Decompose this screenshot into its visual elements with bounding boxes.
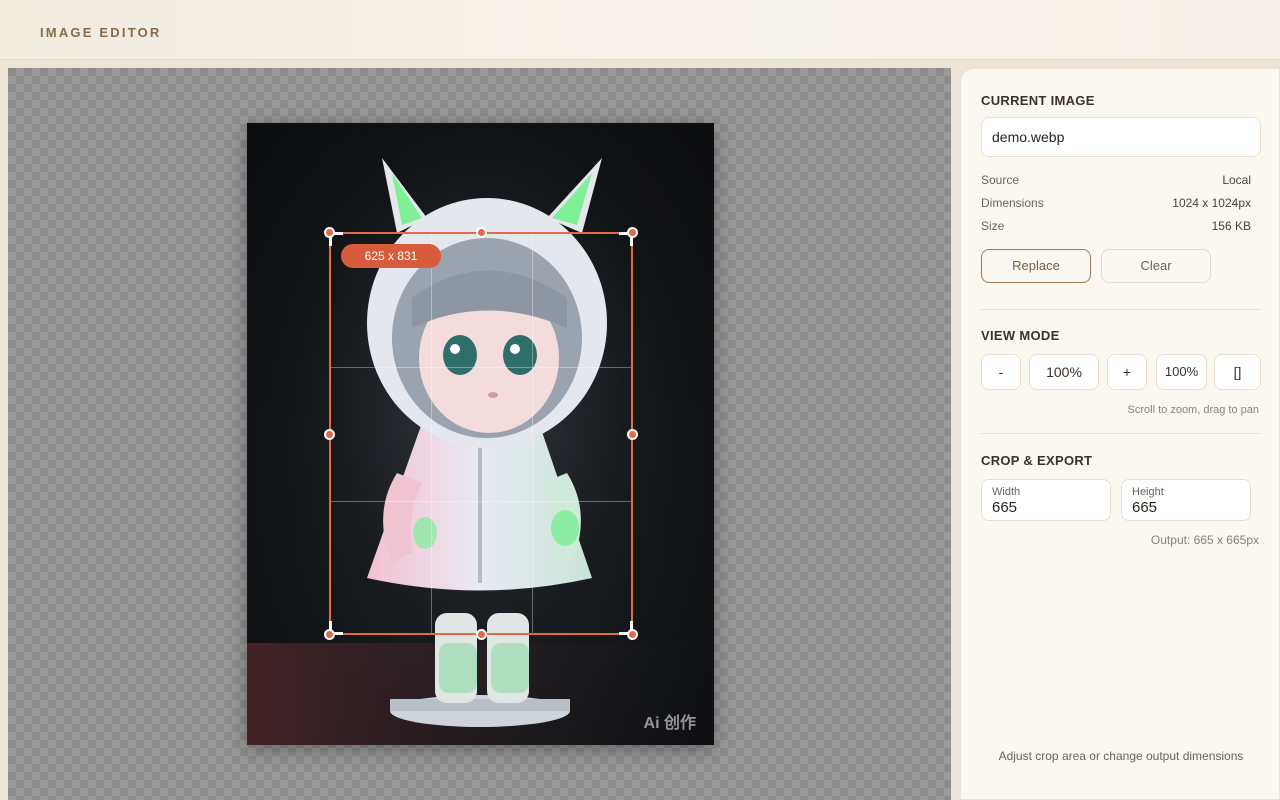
reset-zoom-button[interactable]: 100% — [1156, 354, 1207, 390]
output-size-text: Output: 665 x 665px — [1150, 533, 1259, 547]
crop-handle-left[interactable] — [324, 429, 335, 440]
side-panel: CURRENT IMAGE demo.webp Source Local Dim… — [960, 68, 1280, 800]
crop-grid-line — [431, 234, 432, 633]
crop-handle-top[interactable] — [476, 227, 487, 238]
crop-handle-right[interactable] — [627, 429, 638, 440]
file-name-field: demo.webp — [981, 117, 1261, 157]
width-field[interactable]: Width — [981, 479, 1111, 521]
divider — [981, 309, 1261, 310]
clear-button[interactable]: Clear — [1101, 249, 1211, 283]
top-bar: IMAGE EDITOR — [0, 0, 1280, 60]
current-image-title: CURRENT IMAGE — [981, 93, 1095, 108]
source-label: Source — [981, 173, 1020, 187]
width-input[interactable] — [992, 499, 1100, 516]
crop-handle-bottom[interactable] — [476, 629, 487, 640]
zoom-level-display: 100% — [1029, 354, 1099, 390]
crop-handle-top-left[interactable] — [324, 227, 335, 238]
crop-handle-bottom-right[interactable] — [627, 629, 638, 640]
divider — [981, 433, 1261, 434]
crop-export-title: CROP & EXPORT — [981, 453, 1093, 468]
crop-handle-bottom-left[interactable] — [324, 629, 335, 640]
footer-hint: Adjust crop area or change output dimens… — [998, 749, 1244, 763]
crop-grid-line — [532, 234, 533, 633]
ai-watermark: Ai 创作 — [643, 715, 696, 732]
crop-grid-line — [331, 501, 631, 502]
dimensions-value: 1024 x 1024px — [1172, 196, 1251, 210]
dimensions-label: Dimensions — [981, 196, 1044, 210]
source-value: Local — [1222, 173, 1251, 187]
canvas-area[interactable]: Ai 创作 625 x 831 — [8, 68, 951, 800]
size-label: Size — [981, 219, 1005, 233]
zoom-in-button[interactable]: + — [1107, 354, 1147, 390]
height-label: Height — [1132, 486, 1164, 498]
crop-handle-top-right[interactable] — [627, 227, 638, 238]
size-row: Size 156 KB — [981, 219, 1251, 233]
size-value: 156 KB — [1211, 219, 1251, 233]
height-field[interactable]: Height — [1121, 479, 1251, 521]
view-mode-title: VIEW MODE — [981, 328, 1060, 343]
width-label: Width — [992, 486, 1021, 498]
height-input[interactable] — [1132, 499, 1240, 516]
app-title: IMAGE EDITOR — [40, 25, 162, 40]
zoom-out-button[interactable]: - — [981, 354, 1021, 390]
crop-box[interactable] — [324, 227, 638, 640]
source-row: Source Local — [981, 173, 1251, 187]
view-hint: Scroll to zoom, drag to pan — [1127, 404, 1259, 416]
replace-button[interactable]: Replace — [981, 249, 1091, 283]
crop-grid-line — [331, 367, 631, 368]
fit-screen-icon: [] — [1233, 364, 1242, 380]
fit-screen-button[interactable]: [] — [1214, 354, 1261, 390]
dimensions-row: Dimensions 1024 x 1024px — [981, 196, 1251, 210]
crop-size-badge: 625 x 831 — [341, 244, 441, 268]
